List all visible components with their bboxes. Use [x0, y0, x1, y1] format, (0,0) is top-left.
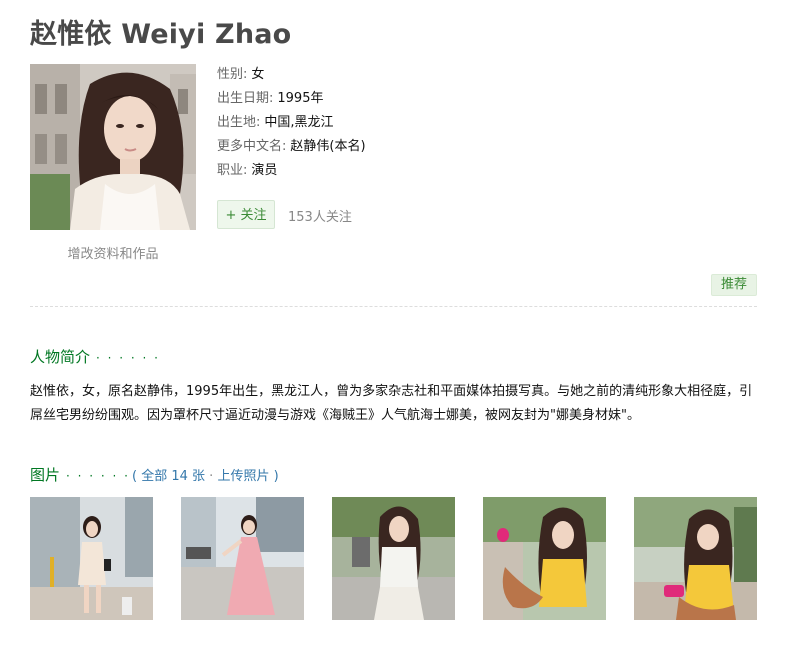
info-row-profession: 职业: 演员 — [217, 162, 366, 186]
all-photos-link[interactable]: 全部 14 张 — [141, 469, 205, 484]
link-separator: · — [209, 469, 214, 484]
photo-thumbnail-5[interactable] — [634, 497, 757, 620]
edit-profile-link[interactable]: 增改资料和作品 — [30, 243, 196, 262]
page-title: 赵惟依 Weiyi Zhao — [30, 19, 292, 50]
photos-heading-label: 图片 — [30, 466, 61, 484]
info-key: 出生日期: — [217, 91, 274, 106]
info-value: 赵静伟(本名) — [290, 139, 366, 154]
open-paren: ( — [131, 469, 138, 484]
avatar[interactable] — [30, 64, 196, 230]
info-value: 演员 — [251, 163, 278, 178]
info-value: 女 — [251, 67, 265, 82]
follower-count: 153人关注 — [288, 210, 352, 225]
info-key: 更多中文名: — [217, 139, 287, 154]
info-key: 出生地: — [217, 115, 261, 130]
photo-thumbnail-3[interactable] — [332, 497, 455, 620]
close-paren: ) — [273, 469, 279, 484]
photo-thumbnail-2[interactable] — [181, 497, 304, 620]
info-row-birthplace: 出生地: 中国,黑龙江 — [217, 114, 366, 138]
bio-text: 赵惟依，女，原名赵静伟，1995年出生，黑龙江人，曾为多家杂志社和平面媒体拍摄写… — [30, 384, 753, 423]
info-value: 1995年 — [277, 91, 324, 106]
info-row-gender: 性别: 女 — [217, 66, 366, 90]
bio-heading: 人物简介 · · · · · · — [30, 346, 160, 367]
photos-heading: 图片 · · · · · ·( 全部 14 张 · 上传照片 ) — [30, 464, 279, 485]
bio-heading-label: 人物简介 — [30, 348, 91, 366]
photo-thumbnail-4[interactable] — [483, 497, 606, 620]
info-row-other-names: 更多中文名: 赵静伟(本名) — [217, 138, 366, 162]
info-value: 中国,黑龙江 — [264, 115, 334, 130]
info-panel: 性别: 女 出生日期: 1995年 出生地: 中国,黑龙江 更多中文名: 赵静伟(本名)… — [217, 66, 366, 186]
upload-photo-link[interactable]: 上传照片 — [217, 469, 269, 484]
bio-heading-dots: · · · · · · — [96, 351, 160, 365]
photos-links: ( 全部 14 张 · 上传照片 ) — [132, 469, 279, 484]
photos-heading-dots: · · · · · · — [66, 469, 130, 483]
divider — [30, 306, 757, 307]
info-key: 性别: — [217, 67, 248, 82]
info-key: 职业: — [217, 163, 248, 178]
recommend-button[interactable]: 推荐 — [711, 274, 757, 296]
follow-button[interactable]: + 关注 — [217, 200, 275, 229]
photo-thumbnail-1[interactable] — [30, 497, 153, 620]
info-row-birthdate: 出生日期: 1995年 — [217, 90, 366, 114]
